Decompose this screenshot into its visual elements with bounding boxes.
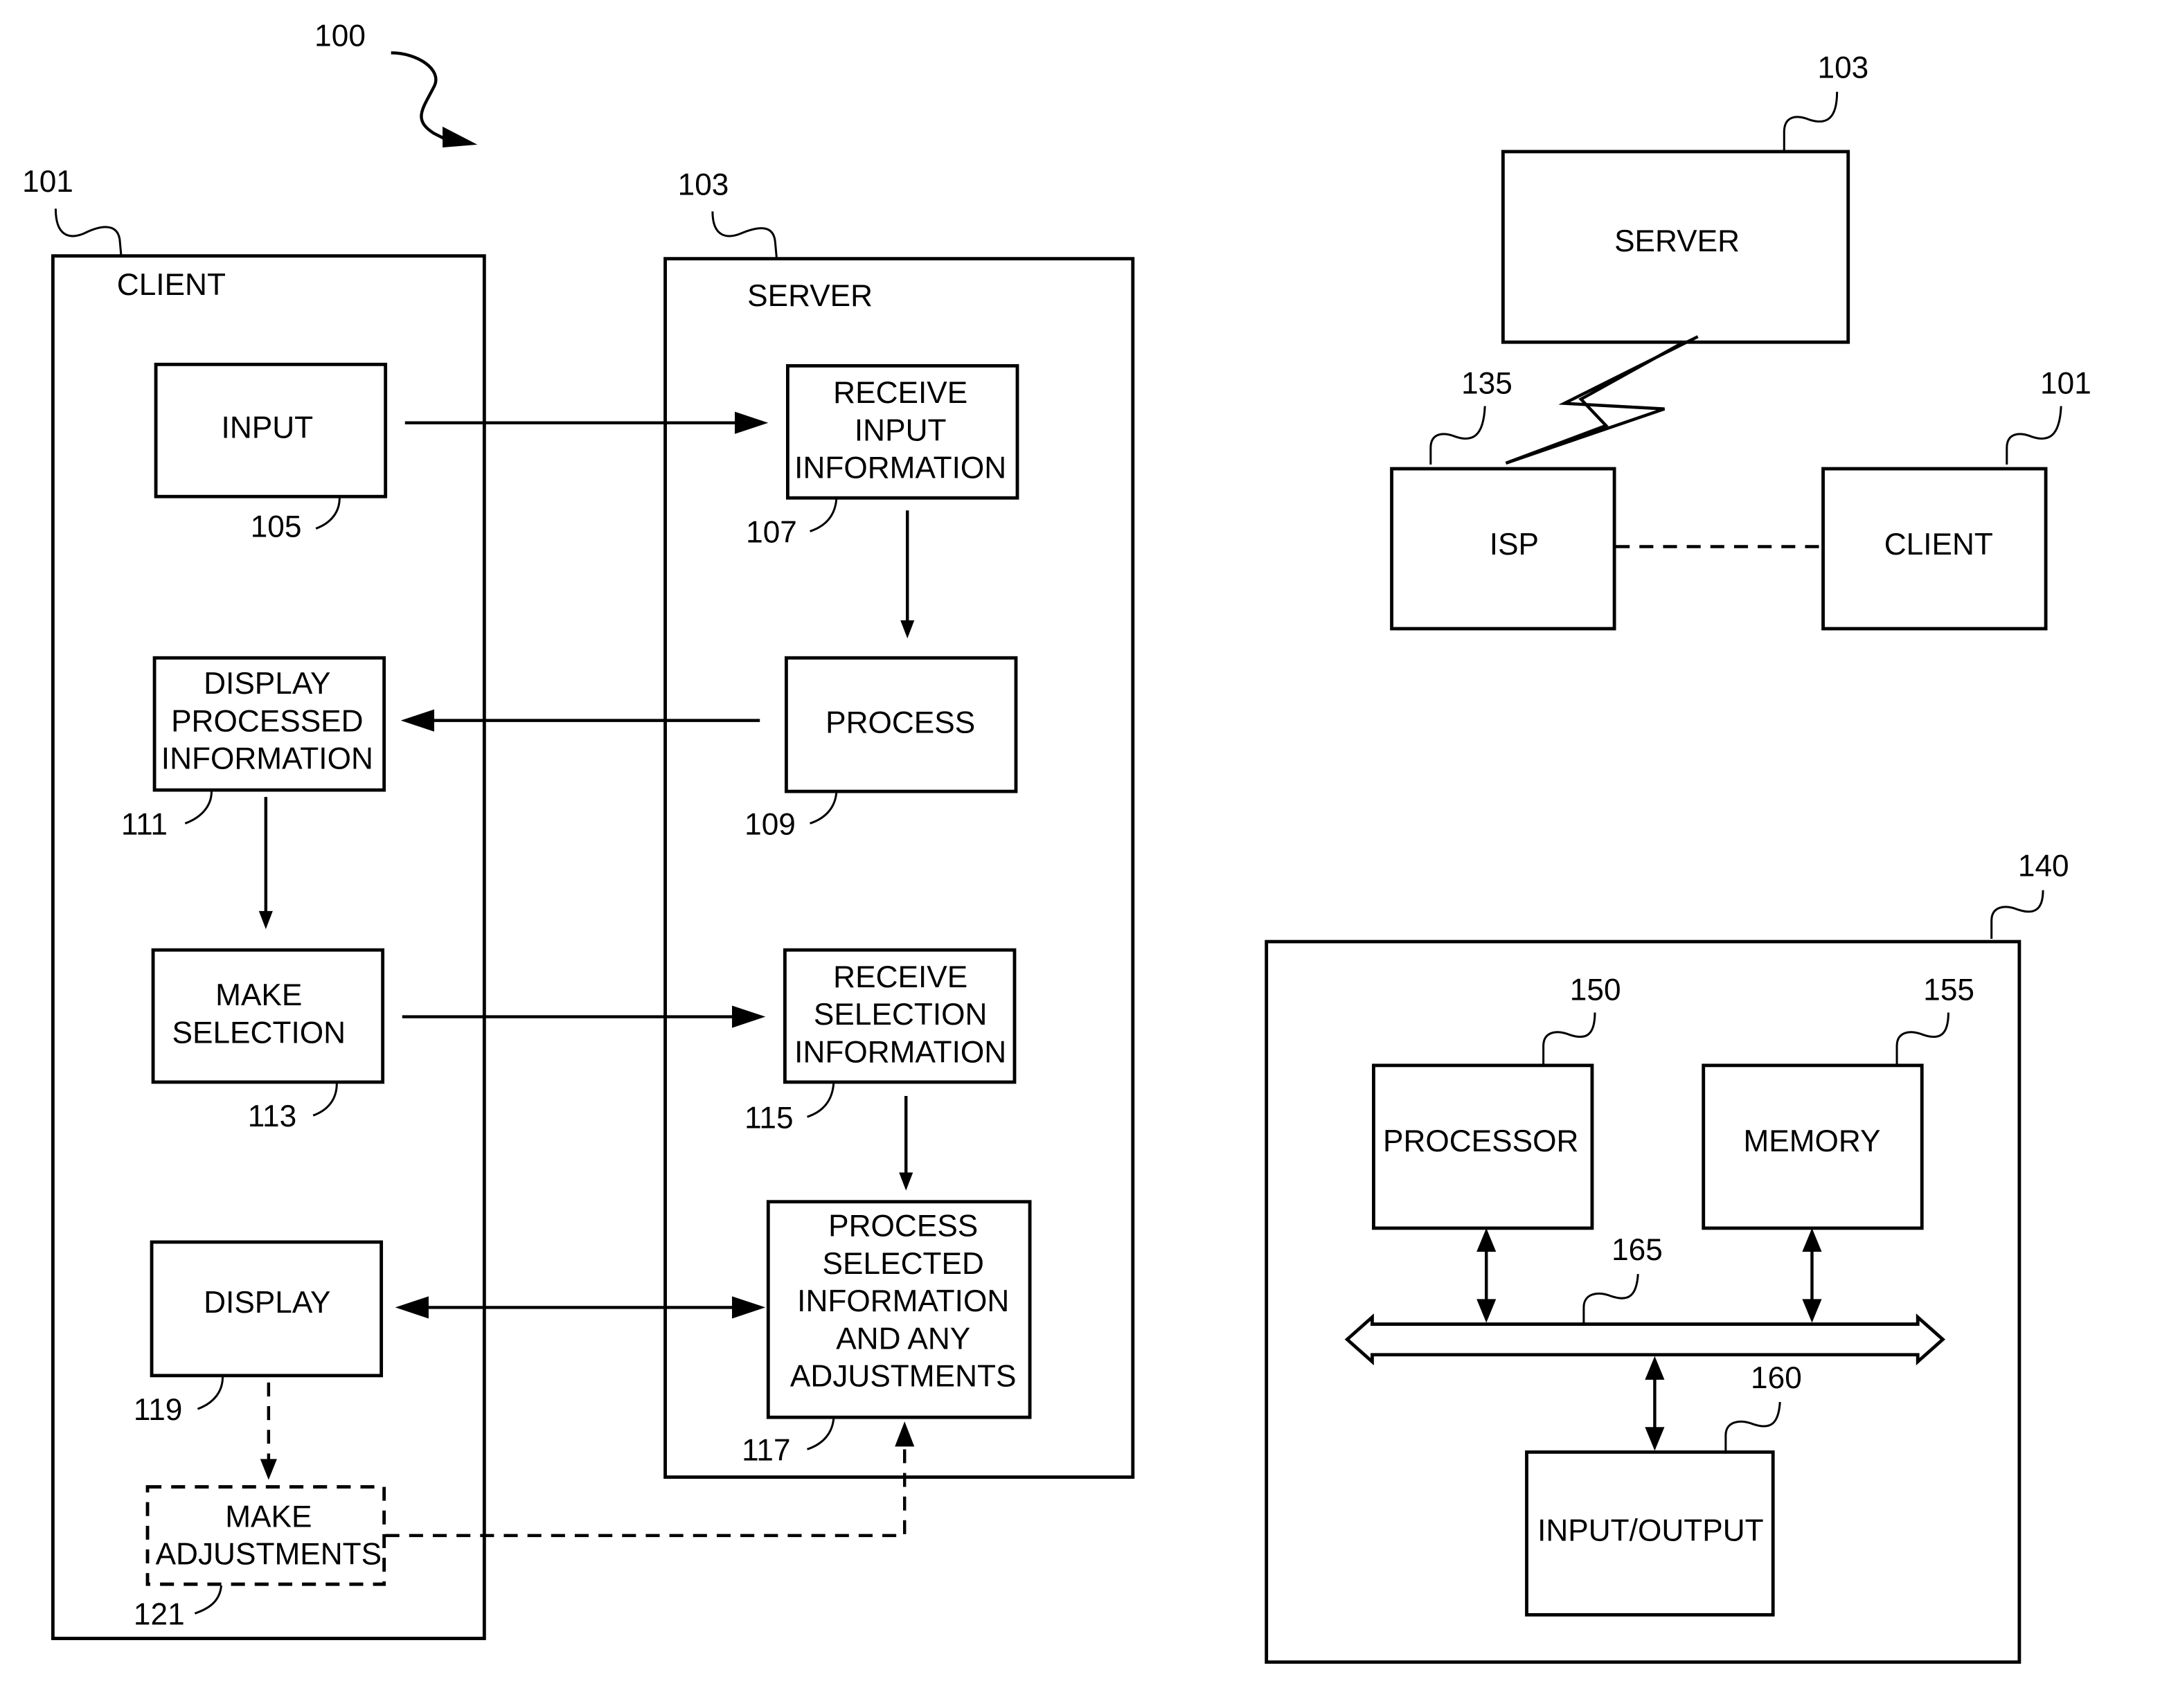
display-processed-line-1: DISPLAY (204, 667, 330, 701)
receive-input-ref: 107 (746, 515, 797, 549)
client-panel: 101 CLIENT INPUT 105 DISPLAY PROCESSED I… (22, 165, 486, 1640)
display-processed-line-3: INFORMATION (161, 742, 373, 776)
receive-input-line-2: INPUT (855, 413, 947, 447)
process-selected-line-3: INFORMATION (797, 1284, 1009, 1318)
display-processed-line-2: PROCESSED (171, 704, 364, 738)
display-block-label: DISPLAY (204, 1286, 330, 1320)
receive-input-line-3: INFORMATION (794, 451, 1006, 485)
memory-ref: 155 (1923, 973, 1974, 1007)
receive-input-line-1: RECEIVE (833, 376, 967, 410)
client-panel-ref: 101 (22, 165, 73, 199)
make-selection-line-2: SELECTION (172, 1016, 346, 1050)
input-block-label: INPUT (222, 411, 314, 444)
process-block-label: PROCESS (825, 705, 975, 739)
network-server-label: SERVER (1614, 224, 1740, 258)
receive-selection-line-3: INFORMATION (794, 1035, 1006, 1069)
computer-ref: 140 (2018, 849, 2069, 883)
process-selected-line-5: ADJUSTMENTS (790, 1360, 1017, 1394)
processor-label: PROCESSOR (1383, 1124, 1578, 1158)
network-server-ref: 103 (1818, 51, 1869, 85)
network-client-ref: 101 (2040, 367, 2091, 401)
wireless-link-icon (1505, 335, 1699, 465)
display-block-ref: 119 (134, 1393, 182, 1427)
receive-selection-ref: 115 (744, 1101, 793, 1135)
process-selected-line-1: PROCESS (828, 1210, 978, 1243)
client-panel-leader (54, 208, 123, 255)
server-panel-leader (711, 211, 778, 258)
network-client-label: CLIENT (1884, 528, 1993, 561)
isp-leader (1429, 406, 1486, 465)
receive-selection-line-1: RECEIVE (833, 960, 967, 994)
process-selected-line-4: AND ANY (836, 1322, 970, 1356)
make-adjustments-ref: 121 (134, 1597, 185, 1631)
isp-ref: 135 (1461, 367, 1512, 401)
computer-leader (1990, 890, 2044, 940)
make-adjustments-line-1: MAKE (225, 1500, 312, 1534)
display-processed-ref: 111 (121, 807, 168, 841)
server-panel: 103 SERVER RECEIVE INPUT INFORMATION 107… (663, 168, 1135, 1479)
computer-diagram: 140 150 PROCESSOR 155 MEMORY 165 160 INP… (1265, 849, 2069, 1664)
make-selection-ref: 113 (248, 1099, 296, 1133)
receive-selection-line-2: SELECTION (814, 998, 988, 1032)
processor-ref: 150 (1570, 973, 1621, 1007)
isp-label: ISP (1490, 528, 1539, 561)
io-label: INPUT/OUTPUT (1537, 1514, 1764, 1548)
process-selected-ref: 117 (742, 1433, 790, 1467)
process-selected-line-2: SELECTED (823, 1247, 984, 1281)
server-panel-ref: 103 (678, 168, 729, 201)
io-ref: 160 (1751, 1361, 1802, 1395)
network-diagram: 103 SERVER 135 ISP 101 CLIENT (1390, 51, 2091, 631)
figure-ref-100: 100 (314, 19, 366, 53)
network-client-leader (2006, 406, 2062, 465)
make-selection-line-1: MAKE (215, 978, 302, 1012)
client-panel-title: CLIENT (117, 268, 226, 302)
patent-figure: 100 101 CLIENT INPUT 105 DISPLAY PROCESS… (22, 19, 2091, 1664)
system-bus (1344, 1313, 1946, 1366)
make-adjustments-line-2: ADJUSTMENTS (156, 1538, 382, 1572)
figure-ref-squiggle (391, 51, 449, 142)
process-block-ref: 109 (744, 807, 796, 841)
network-server-leader (1783, 91, 1839, 150)
input-block-ref: 105 (251, 510, 302, 543)
memory-label: MEMORY (1743, 1124, 1880, 1158)
bus-ref: 165 (1612, 1233, 1663, 1267)
server-panel-title: SERVER (747, 279, 873, 313)
figure-ref-arrowhead-icon (443, 126, 478, 147)
